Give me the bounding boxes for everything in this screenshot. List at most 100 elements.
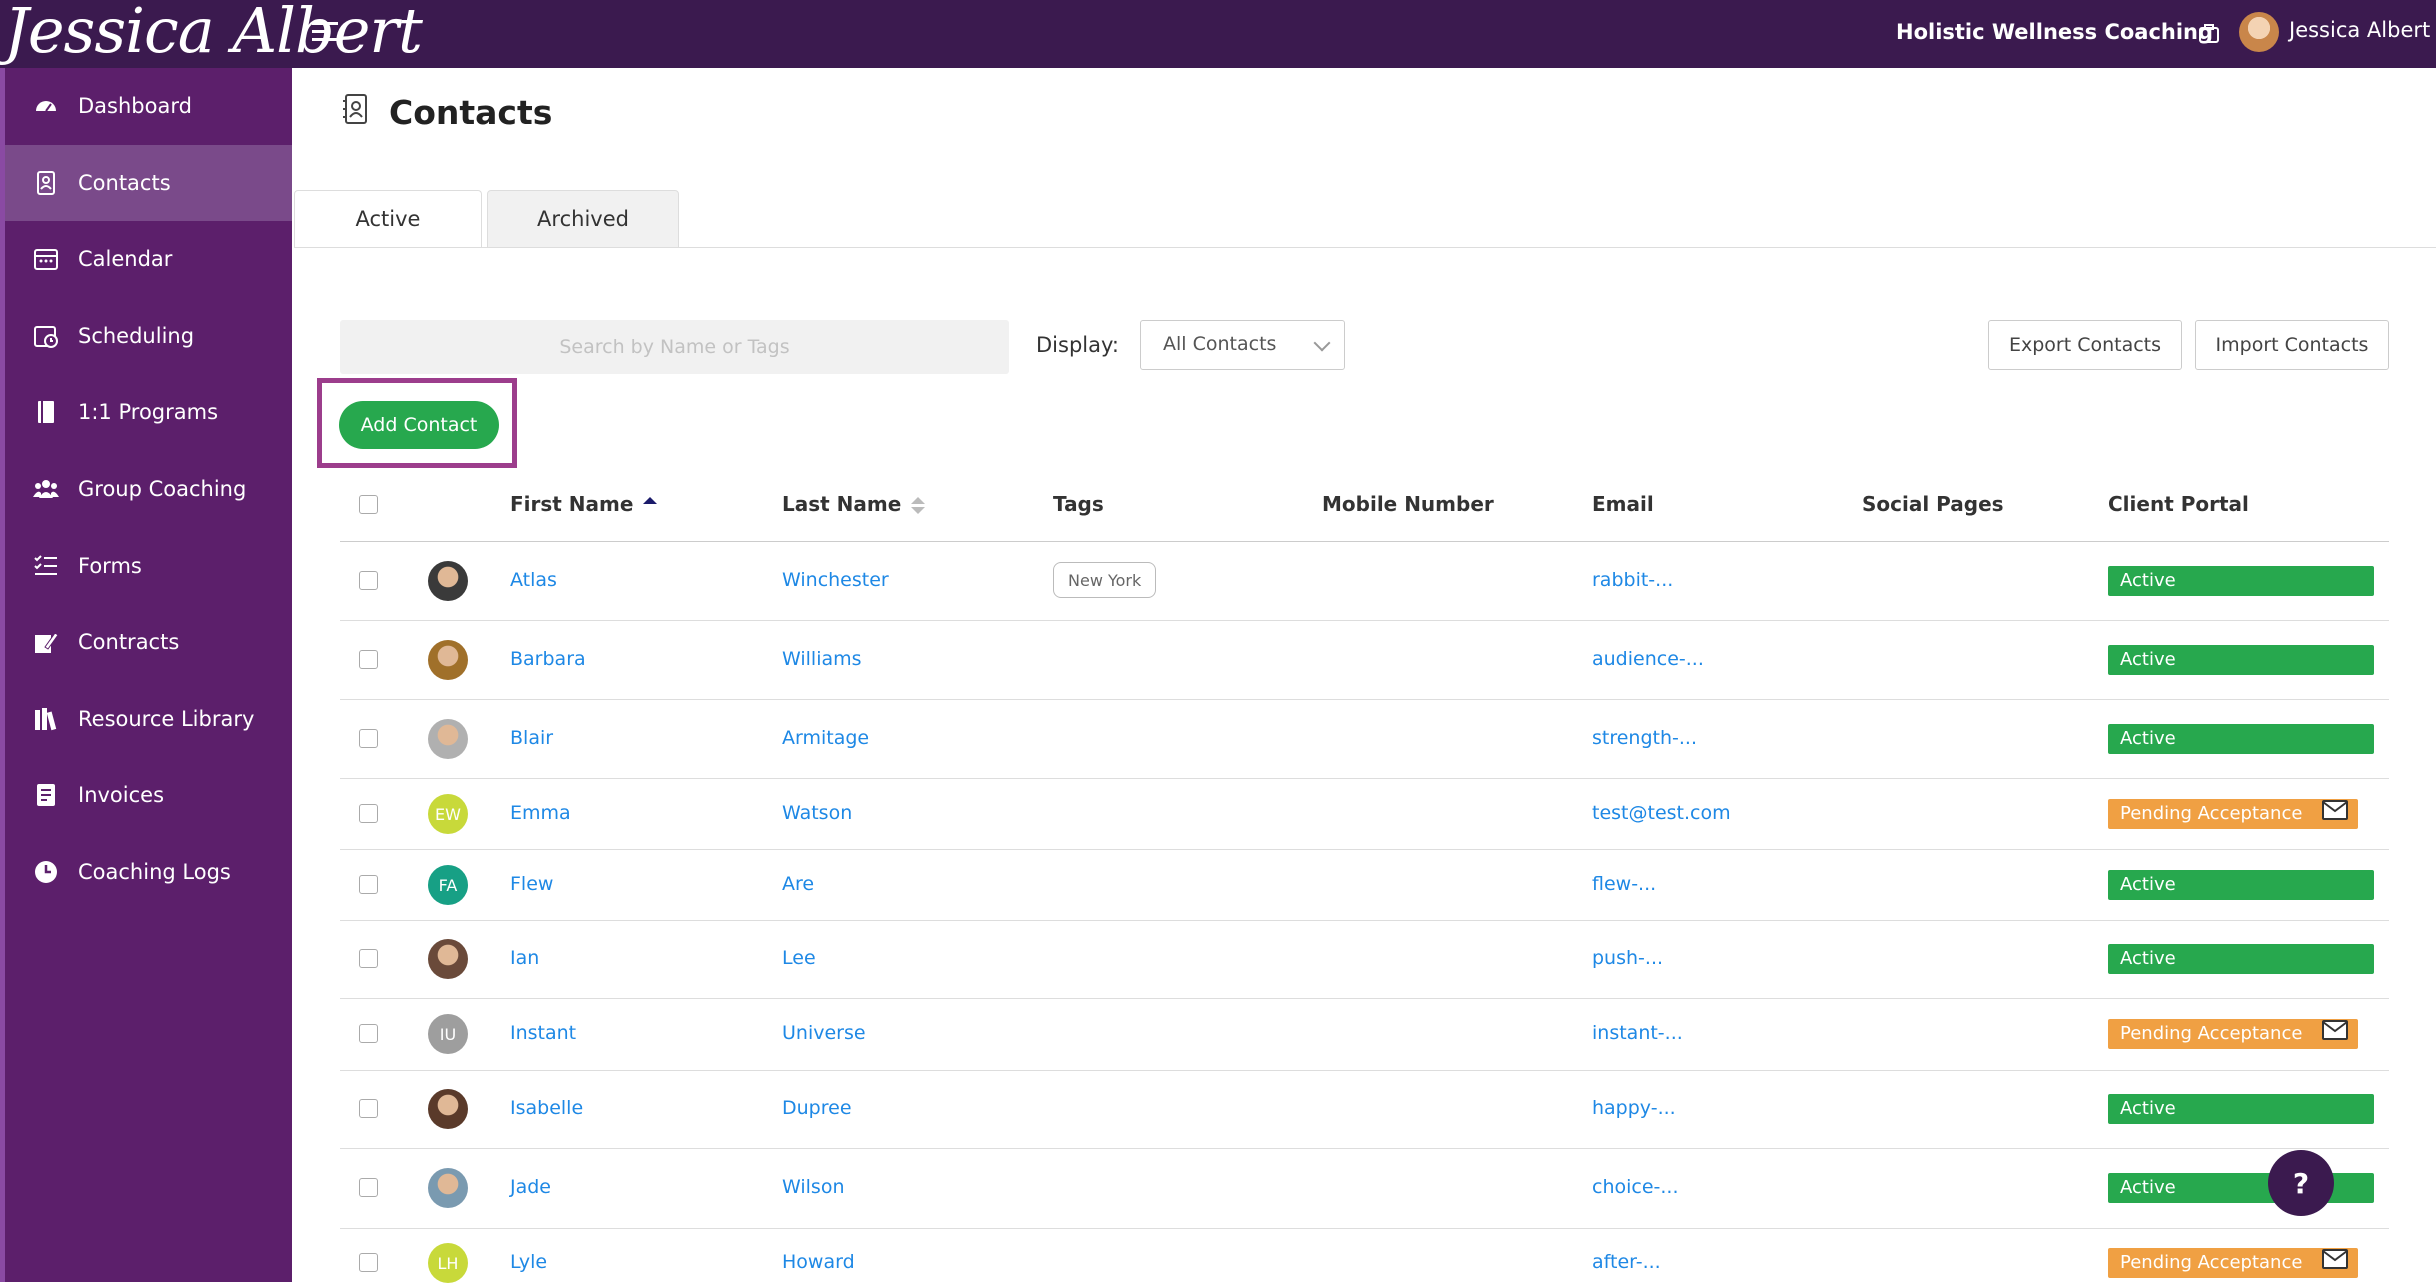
business-name[interactable]: Holistic Wellness Coaching	[1896, 20, 2213, 44]
last-name-link[interactable]: Are	[782, 873, 814, 895]
first-name-link[interactable]: Isabelle	[510, 1097, 583, 1119]
first-name-link[interactable]: Instant	[510, 1022, 576, 1044]
first-name-link[interactable]: Barbara	[510, 648, 586, 670]
last-name-link[interactable]: Armitage	[782, 727, 869, 749]
row-checkbox[interactable]	[359, 571, 378, 590]
email-link[interactable]: strength-...	[1592, 727, 1697, 749]
email-link[interactable]: choice-...	[1592, 1176, 1679, 1198]
sidebar-item-contacts[interactable]: Contacts	[5, 144, 292, 221]
mail-icon[interactable]	[2322, 800, 2348, 820]
last-name-link[interactable]: Watson	[782, 802, 852, 824]
first-name-link[interactable]: Lyle	[510, 1251, 547, 1273]
th-social: Social Pages	[1862, 492, 2004, 516]
email-link[interactable]: instant-...	[1592, 1022, 1683, 1044]
avatar	[428, 561, 468, 601]
sort-icon[interactable]	[911, 497, 926, 514]
row-divider	[340, 920, 2389, 921]
client-portal-status: Pending Acceptance	[2108, 1248, 2358, 1278]
tab-active[interactable]: Active	[294, 190, 482, 248]
last-name-link[interactable]: Williams	[782, 648, 862, 670]
user-name[interactable]: Jessica Albert	[2289, 18, 2430, 42]
export-contacts-button[interactable]: Export Contacts	[1988, 320, 2182, 370]
row-checkbox[interactable]	[359, 1178, 378, 1197]
email-link[interactable]: rabbit-...	[1592, 569, 1673, 591]
brand-logo[interactable]: Jessica Albert	[4, 0, 423, 67]
signature-icon	[35, 632, 59, 654]
row-checkbox[interactable]	[359, 1253, 378, 1272]
email-link[interactable]: audience-...	[1592, 648, 1704, 670]
first-name-link[interactable]: Ian	[510, 947, 539, 969]
th-email: Email	[1592, 492, 1654, 516]
first-name-link[interactable]: Flew	[510, 873, 553, 895]
select-all-checkbox[interactable]	[359, 495, 378, 514]
first-name-link[interactable]: Blair	[510, 727, 553, 749]
sidebar-item-scheduling[interactable]: Scheduling	[5, 298, 292, 374]
contacts-book-icon	[343, 94, 367, 124]
last-name-link[interactable]: Lee	[782, 947, 816, 969]
email-link[interactable]: test@test.com	[1592, 802, 1731, 824]
first-name-link[interactable]: Atlas	[510, 569, 557, 591]
add-contact-button[interactable]: Add Contact	[339, 401, 499, 449]
client-portal-status: Active	[2108, 1173, 2374, 1203]
client-portal-status: Pending Acceptance	[2108, 1019, 2358, 1049]
email-link[interactable]: after-...	[1592, 1251, 1661, 1273]
briefcase-icon[interactable]	[2198, 23, 2220, 45]
book-icon	[38, 401, 54, 424]
sort-asc-icon[interactable]	[643, 497, 658, 514]
row-checkbox[interactable]	[359, 875, 378, 894]
sidebar-item-invoices[interactable]: Invoices	[5, 757, 292, 833]
row-divider	[340, 1228, 2389, 1229]
header-divider	[340, 541, 2389, 542]
row-divider	[340, 778, 2389, 779]
sidebar-item-resource-library[interactable]: Resource Library	[5, 681, 292, 757]
last-name-link[interactable]: Wilson	[782, 1176, 845, 1198]
display-select[interactable]: All Contacts	[1140, 320, 1345, 370]
display-select-value: All Contacts	[1163, 333, 1277, 355]
last-name-link[interactable]: Howard	[782, 1251, 855, 1273]
th-last-name[interactable]: Last Name	[782, 492, 926, 516]
last-name-link[interactable]: Winchester	[782, 569, 889, 591]
avatar: IU	[428, 1014, 468, 1054]
clock-icon	[35, 861, 57, 883]
sidebar-item-label: 1:1 Programs	[78, 400, 219, 425]
email-link[interactable]: push-...	[1592, 947, 1663, 969]
avatar	[428, 1089, 468, 1129]
row-divider	[340, 699, 2389, 700]
top-bar: Jessica Albert Holistic Wellness Coachin…	[0, 0, 2436, 68]
avatar	[428, 719, 468, 759]
mail-icon[interactable]	[2322, 1249, 2348, 1269]
sidebar-item-label: Contacts	[78, 170, 171, 195]
sidebar-item-label: Forms	[78, 553, 142, 578]
sidebar-item-calendar[interactable]: Calendar	[5, 221, 292, 297]
first-name-link[interactable]: Jade	[510, 1176, 551, 1198]
sidebar-item-coaching-logs[interactable]: Coaching Logs	[5, 834, 292, 910]
sidebar-item-group-coaching[interactable]: Group Coaching	[5, 451, 292, 527]
th-first-name[interactable]: First Name	[510, 492, 658, 516]
email-link[interactable]: happy-...	[1592, 1097, 1676, 1119]
mail-icon[interactable]	[2322, 1020, 2348, 1040]
menu-toggle-icon[interactable]	[312, 22, 338, 46]
email-link[interactable]: flew-...	[1592, 873, 1656, 895]
tab-archived[interactable]: Archived	[487, 190, 679, 248]
tag-chip[interactable]: New York	[1053, 562, 1157, 598]
row-checkbox[interactable]	[359, 804, 378, 823]
last-name-link[interactable]: Dupree	[782, 1097, 852, 1119]
avatar	[428, 640, 468, 680]
row-checkbox[interactable]	[359, 949, 378, 968]
row-checkbox[interactable]	[359, 650, 378, 669]
user-avatar[interactable]	[2239, 12, 2279, 52]
search-input[interactable]	[340, 320, 1009, 374]
sidebar-item-dashboard[interactable]: Dashboard	[5, 68, 292, 144]
row-checkbox[interactable]	[359, 1099, 378, 1118]
help-button[interactable]: ?	[2268, 1150, 2334, 1216]
sidebar-item-label: Coaching Logs	[78, 860, 231, 884]
sidebar-item-contracts[interactable]: Contracts	[5, 604, 292, 680]
sidebar-item-forms[interactable]: Forms	[5, 528, 292, 604]
first-name-link[interactable]: Emma	[510, 802, 571, 824]
last-name-link[interactable]: Universe	[782, 1022, 866, 1044]
row-checkbox[interactable]	[359, 1024, 378, 1043]
sidebar-item-1-1-programs[interactable]: 1:1 Programs	[5, 374, 292, 450]
row-divider	[340, 998, 2389, 999]
import-contacts-button[interactable]: Import Contacts	[2195, 320, 2389, 370]
row-checkbox[interactable]	[359, 729, 378, 748]
